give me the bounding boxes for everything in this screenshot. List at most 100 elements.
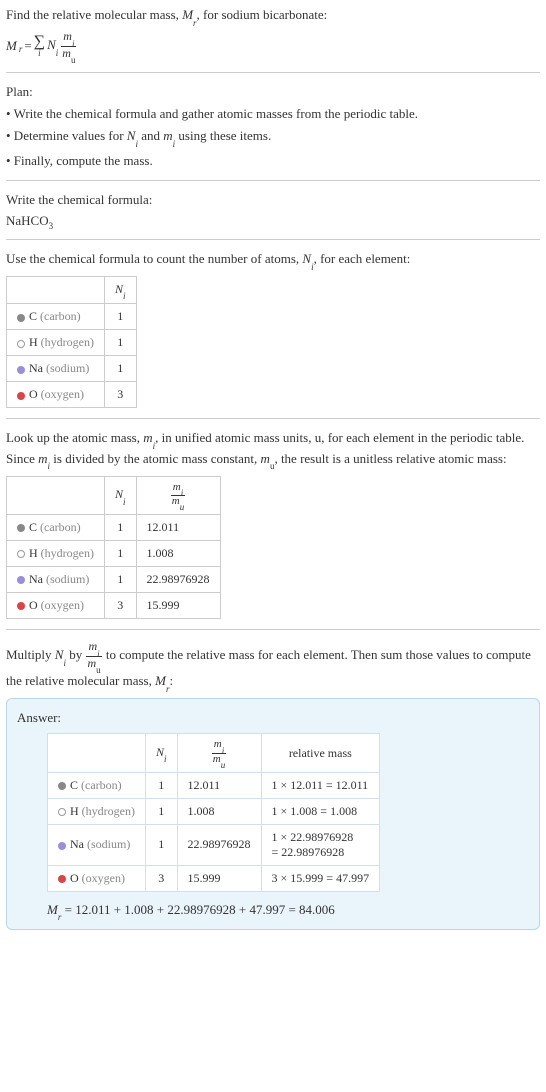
frac-u: u [180,502,185,512]
n-cell: 3 [105,593,137,619]
frac-m2: m [87,656,96,670]
sodium-dot-icon [58,842,66,850]
eq-N: N [47,37,56,52]
hdr-i: i [123,291,126,301]
sigma-icon: ∑ i [34,35,45,57]
frac-u: u [71,55,76,65]
table-header-row: Ni mi mu [7,476,221,514]
elem-name: (oxygen) [82,871,125,885]
hdr-N: N [156,745,164,759]
elem-cell: C (carbon) [7,304,105,330]
sigma-symbol: ∑ [34,35,45,49]
elem-sym: H [70,804,79,818]
hdr-ni: Ni [105,476,137,514]
hdr-frac-den: mu [170,496,186,509]
elem-cell: O (oxygen) [7,382,105,408]
plan-and: and [138,128,163,143]
rel-l2: = 22.98976928 [272,845,345,859]
table-row: Na (sodium)122.98976928 [7,567,221,593]
intro-equation: Mr = ∑ i Ni mi mu [6,30,540,62]
plan-b2-post: using these items. [175,128,271,143]
hdr-frac-inner: mimu [211,739,227,766]
table-row: H (hydrogen)11.0081 × 1.008 = 1.008 [48,798,380,824]
table-row: C (carbon)112.011 [7,515,221,541]
rel-cell: 1 × 22.98976928= 22.98976928 [261,824,380,865]
mult-frac-num: mi [86,640,101,656]
elem-sym: Na [70,837,84,851]
count-i: i [311,262,314,272]
frac-i: i [181,488,184,498]
multiply-section: Multiply Ni by mimu to compute the relat… [6,640,540,930]
intro-pre: Find the relative molecular mass, [6,7,182,22]
multiply-text: Multiply Ni by mimu to compute the relat… [6,640,540,692]
carbon-dot-icon [17,524,25,532]
n-cell: 1 [146,824,178,865]
hdr-frac-num: mi [171,482,185,496]
m-cell: 1.008 [177,798,261,824]
eq-Ni: Ni [47,37,58,55]
oxygen-dot-icon [58,875,66,883]
hdr-blank [7,476,105,514]
hdr-rel: relative mass [261,734,380,772]
elem-sym: C [29,520,37,534]
table-row: Na (sodium)1 [7,356,137,382]
elem-cell: H (hydrogen) [7,330,105,356]
elem-sym: H [29,335,38,349]
elem-name: (carbon) [40,520,81,534]
n-cell: 3 [105,382,137,408]
chem-sub: 3 [49,221,54,231]
answer-box: Answer: Ni mimu relative mass C (carbon)… [6,698,540,930]
table-row: H (hydrogen)11.008 [7,541,221,567]
elem-sym: O [29,387,38,401]
hydrogen-dot-icon [58,808,66,816]
elem-name: (sodium) [87,837,130,851]
mult-pre: Multiply [6,647,55,662]
elem-name: (sodium) [46,572,89,586]
elem-name: (sodium) [46,361,89,375]
lookup-table: Ni mi mu C (carbon)112.011 H (hydrogen)1… [6,476,221,619]
m-cell: 12.011 [136,515,220,541]
elem-cell: O (oxygen) [48,865,146,891]
elem-sym: Na [29,361,43,375]
plan-mi: m [163,128,172,143]
plan-mi-i: i [173,139,176,149]
lookup-mu-u: u [270,461,275,471]
elem-sym: O [29,598,38,612]
table-row: Na (sodium)122.989769281 × 22.98976928= … [48,824,380,865]
n-cell: 3 [146,865,178,891]
m-cell: 22.98976928 [177,824,261,865]
frac-m: m [88,639,97,653]
table-header-row: Ni [7,277,137,304]
lookup-mi2-i: i [48,461,51,471]
elem-name: (oxygen) [41,598,84,612]
rel-cell: 3 × 15.999 = 47.997 [261,865,380,891]
table-row: C (carbon)1 [7,304,137,330]
hdr-i: i [164,754,167,764]
eq-equals: = [24,38,31,54]
rel-l1: 1 × 22.98976928 [272,830,354,844]
elem-cell: C (carbon) [7,515,105,541]
eq-frac-num: mi [61,30,76,46]
hdr-frac-inner: mi mu [170,482,186,509]
count-N: N [302,251,311,266]
count-table: Ni C (carbon)1 H (hydrogen)1 Na (sodium)… [6,276,137,408]
final-text: = 12.011 + 1.008 + 22.98976928 + 47.997 … [61,902,334,917]
hdr-frac: mimu [177,734,261,772]
intro-text: Find the relative molecular mass, Mr, fo… [6,6,540,26]
lookup-a: Look up the atomic mass, [6,430,143,445]
hdr-frac: mi mu [136,476,220,514]
elem-name: (carbon) [81,778,122,792]
lookup-section: Look up the atomic mass, mi, in unified … [6,429,540,619]
eq-r: r [19,44,23,54]
sodium-dot-icon [17,576,25,584]
frac-m: m [63,29,72,43]
n-cell: 1 [146,772,178,798]
elem-sym: C [29,309,37,323]
answer-label: Answer: [17,709,529,727]
hdr-ni: Ni [105,277,137,304]
lookup-c: is divided by the atomic mass constant, [50,451,261,466]
n-cell: 1 [105,304,137,330]
final-equation: Mr = 12.011 + 1.008 + 22.98976928 + 47.9… [47,902,529,920]
final-r: r [58,912,62,922]
plan-section: Plan: • Write the chemical formula and g… [6,83,540,170]
